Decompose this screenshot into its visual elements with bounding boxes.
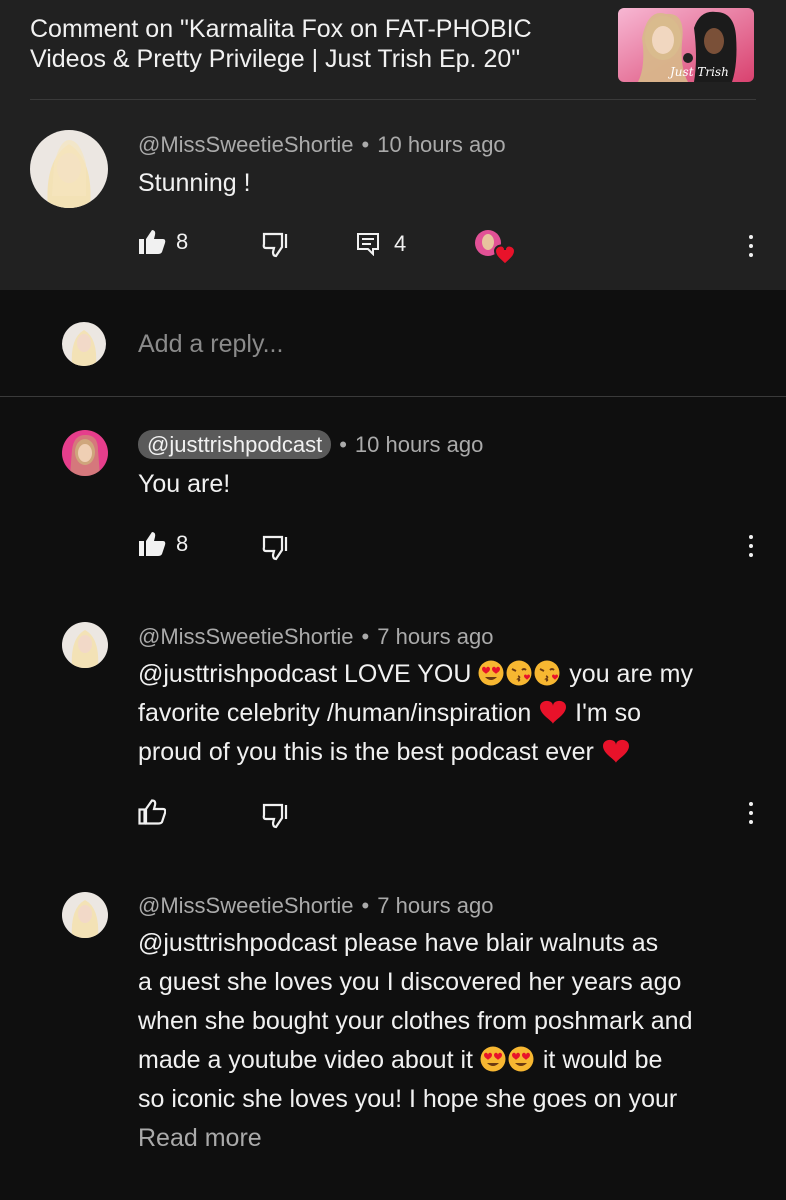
heart-eyes-emoji-icon bbox=[508, 1046, 534, 1072]
reply-author[interactable]: @MissSweetieShortie bbox=[138, 893, 354, 918]
header-divider bbox=[30, 99, 756, 100]
comment-meta: @MissSweetieShortie • 10 hours ago bbox=[138, 132, 506, 158]
avatar[interactable] bbox=[30, 130, 108, 208]
dislike-icon bbox=[262, 803, 288, 829]
meta-separator: • bbox=[361, 624, 370, 649]
meta-separator: • bbox=[339, 432, 347, 457]
more-options-button[interactable] bbox=[747, 235, 755, 259]
reply-meta: @justtrishpodcast • 10 hours ago bbox=[138, 430, 484, 459]
more-options-button[interactable] bbox=[747, 535, 755, 559]
reply-count: 4 bbox=[394, 231, 407, 256]
heart-eyes-emoji-icon bbox=[480, 1046, 506, 1072]
reply-text-line: you are my bbox=[562, 660, 693, 688]
more-vert-icon bbox=[749, 802, 753, 806]
like-count: 8 bbox=[176, 531, 189, 556]
like-count: 8 bbox=[176, 229, 189, 254]
kiss-emoji-icon bbox=[506, 660, 532, 686]
reply-text-line: I'm so bbox=[568, 699, 642, 727]
kiss-emoji-icon bbox=[534, 660, 560, 686]
heart-eyes-emoji-icon bbox=[478, 660, 504, 686]
more-vert-icon bbox=[749, 535, 753, 539]
dislike-button[interactable] bbox=[262, 535, 290, 561]
reply-meta: @MissSweetieShortie • 7 hours ago bbox=[138, 624, 493, 650]
page-title: Comment on "Karmalita Fox on FAT-PHOBIC … bbox=[30, 15, 532, 73]
reply-text-line: so iconic she loves you! I hope she goes… bbox=[138, 1085, 678, 1113]
comment-time: 10 hours ago bbox=[377, 132, 506, 157]
top-comment-panel: Comment on "Karmalita Fox on FAT-PHOBIC … bbox=[0, 0, 786, 290]
creator-heart bbox=[474, 229, 517, 269]
more-vert-icon bbox=[749, 235, 753, 239]
video-thumbnail[interactable]: Just Trish bbox=[618, 8, 754, 82]
reply-text-line: when she bought your clothes from poshma… bbox=[138, 1007, 693, 1035]
reply-avatar[interactable] bbox=[62, 622, 108, 668]
reply-meta: @MissSweetieShortie • 7 hours ago bbox=[138, 893, 493, 919]
reply-time: 7 hours ago bbox=[377, 624, 494, 649]
dislike-icon bbox=[262, 535, 288, 561]
reply-icon bbox=[357, 233, 379, 256]
reply-divider bbox=[0, 396, 786, 397]
current-user-avatar bbox=[62, 322, 106, 366]
reply-text-line: favorite celebrity /human/inspiration bbox=[138, 699, 539, 727]
reply-time: 7 hours ago bbox=[377, 893, 494, 918]
like-button[interactable]: 8 bbox=[138, 531, 188, 557]
reply-button[interactable]: 4 bbox=[356, 231, 406, 257]
red-heart-emoji-icon bbox=[540, 700, 567, 724]
read-more-link[interactable]: Read more bbox=[138, 1124, 262, 1153]
reply-text: @justtrishpodcast LOVE YOU you are my fa… bbox=[138, 655, 748, 772]
reply-text: You are! bbox=[138, 470, 231, 498]
like-icon bbox=[139, 230, 166, 254]
creator-handle-badge[interactable]: @justtrishpodcast bbox=[138, 430, 332, 459]
like-icon bbox=[139, 532, 166, 556]
like-icon bbox=[138, 799, 166, 825]
meta-separator: • bbox=[361, 132, 370, 157]
like-button[interactable]: 8 bbox=[138, 229, 188, 255]
reply-text-line: it would be bbox=[535, 1046, 663, 1074]
add-reply-input[interactable]: Add a reply... bbox=[138, 330, 283, 359]
red-heart-emoji-icon bbox=[602, 739, 629, 763]
reply-avatar[interactable] bbox=[62, 430, 108, 476]
reply-author[interactable]: @MissSweetieShortie bbox=[138, 624, 354, 649]
reply-text-line: a guest she loves you I discovered her y… bbox=[138, 968, 682, 996]
reply-text-line: @justtrishpodcast LOVE YOU bbox=[138, 660, 479, 688]
dislike-button[interactable] bbox=[262, 232, 290, 258]
reply-avatar[interactable] bbox=[62, 892, 108, 938]
reply-time: 10 hours ago bbox=[354, 432, 484, 457]
dislike-icon bbox=[262, 232, 288, 258]
like-button[interactable] bbox=[138, 799, 166, 825]
meta-separator: • bbox=[361, 893, 370, 918]
comment-text: Stunning ! bbox=[138, 169, 251, 197]
reply-text: @justtrishpodcast please have blair waln… bbox=[138, 924, 748, 1119]
thumbnail-logo-text: Just Trish bbox=[667, 65, 729, 79]
more-options-button[interactable] bbox=[747, 802, 755, 826]
reply-text-line: proud of you this is the best podcast ev… bbox=[138, 738, 601, 766]
dislike-button[interactable] bbox=[262, 803, 290, 829]
reply-text-line: @justtrishpodcast please have blair waln… bbox=[138, 929, 659, 957]
comment-author[interactable]: @MissSweetieShortie bbox=[138, 132, 354, 157]
creator-heart-icon bbox=[493, 244, 517, 266]
reply-text-line: made a youtube video about it bbox=[138, 1046, 480, 1074]
